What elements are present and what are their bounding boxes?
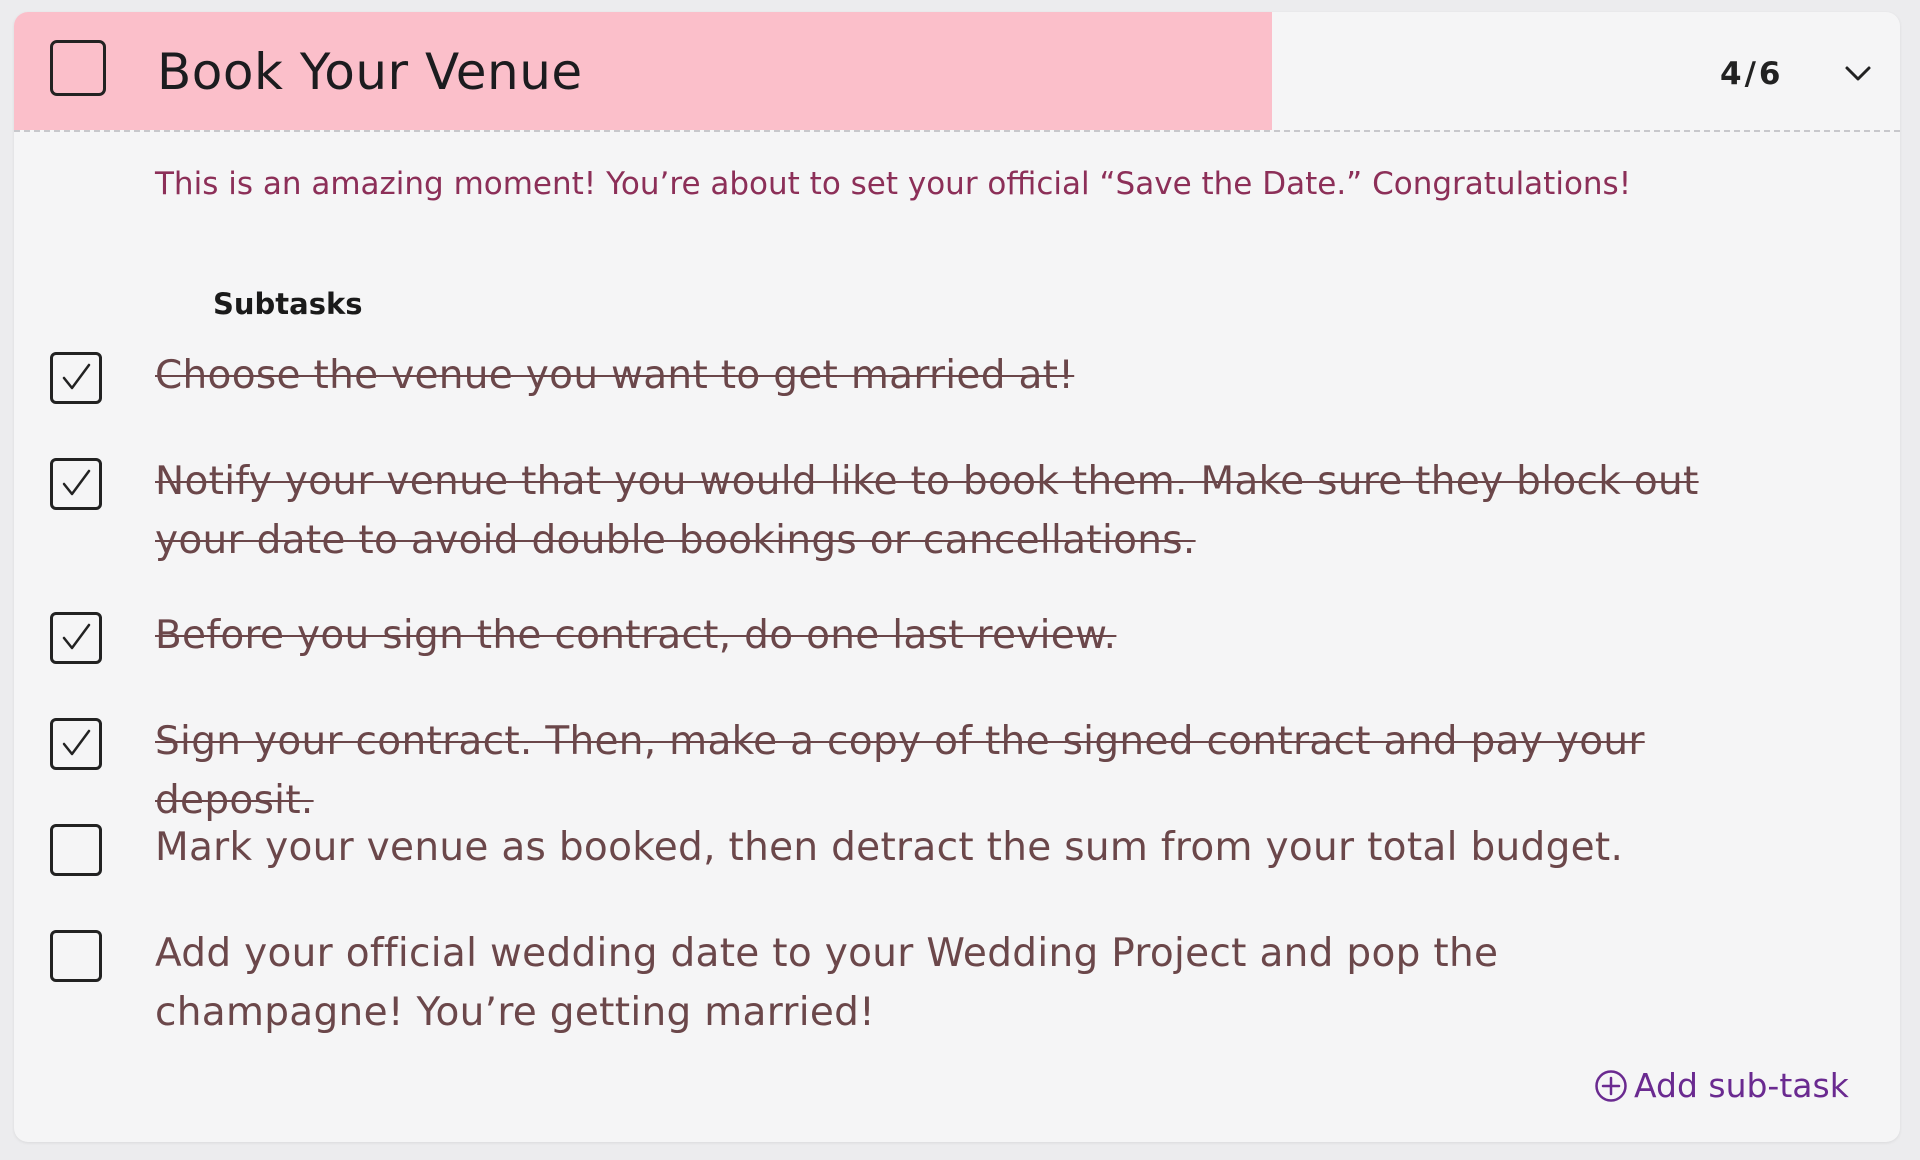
subtask-checkbox[interactable] [50,718,102,770]
subtask-checkbox[interactable] [50,824,102,876]
add-subtask-button[interactable]: Add sub-task [1594,1066,1849,1105]
subtask-text: Before you sign the contract, do one las… [155,613,1117,658]
subtask-text: Sign your contract. Then, make a copy of… [155,719,1645,823]
task-description: This is an amazing moment! You’re about … [155,166,1632,202]
checkmark-icon [62,469,91,496]
subtask-text: Add your official wedding date to your W… [155,931,1499,1035]
subtasks-heading: Subtasks [213,287,363,321]
subtask-text: Mark your venue as booked, then detract … [155,825,1624,870]
subtask-checkbox[interactable] [50,352,102,404]
add-subtask-label: Add sub-task [1634,1066,1849,1105]
task-card: Book Your Venue 4/6 This is an amazing m… [14,12,1900,1142]
task-header[interactable]: Book Your Venue 4/6 [14,12,1900,132]
checkmark-icon [62,729,91,756]
progress-count: 4/6 [1720,56,1784,92]
checkmark-icon [62,623,91,650]
subtask-checkbox[interactable] [50,612,102,664]
subtask-text: Choose the venue you want to get married… [155,353,1075,398]
chevron-down-icon[interactable] [1840,56,1876,92]
subtask-text: Notify your venue that you would like to… [155,459,1699,563]
subtask-checkbox[interactable] [50,458,102,510]
task-title: Book Your Venue [157,43,583,101]
task-checkbox[interactable] [50,40,106,96]
subtask-checkbox[interactable] [50,930,102,982]
plus-circle-icon [1595,1069,1627,1102]
checkmark-icon [62,363,91,390]
